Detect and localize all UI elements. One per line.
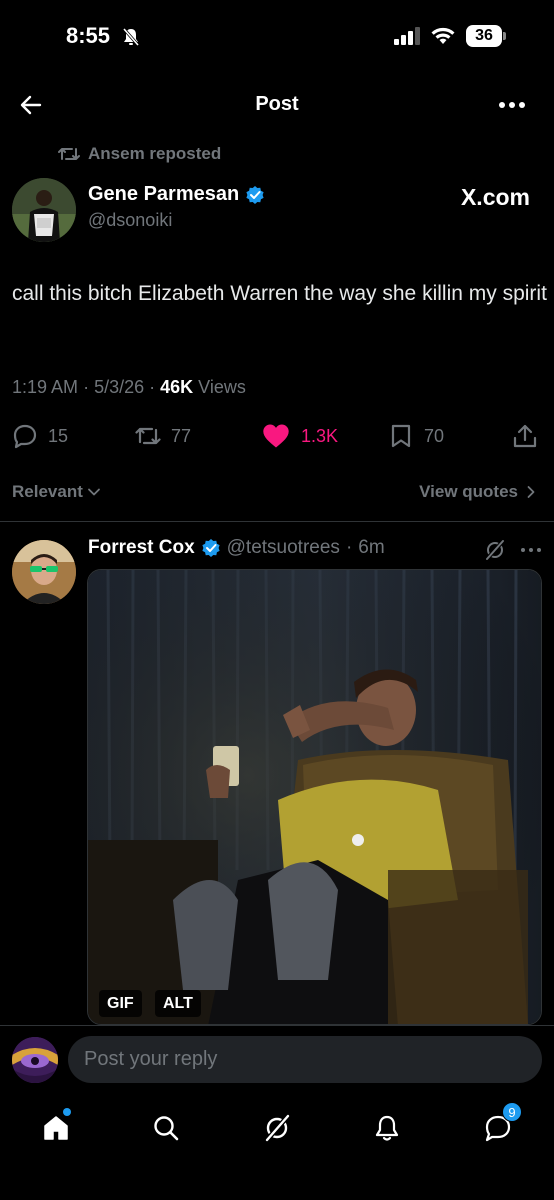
home-new-dot bbox=[63, 1108, 71, 1116]
chevron-down-icon bbox=[87, 488, 100, 496]
post-text: call this bitch Elizabeth Warren the way… bbox=[12, 282, 547, 305]
post-meta: 1:19 AM · 5/3/26 · 46K Views bbox=[12, 377, 246, 398]
bell-slash-icon bbox=[122, 28, 140, 46]
repost-icon bbox=[135, 427, 161, 445]
views-count[interactable]: 46K bbox=[160, 377, 193, 397]
repost-icon bbox=[58, 148, 80, 160]
reply-input[interactable] bbox=[68, 1036, 542, 1083]
tab-notifications[interactable] bbox=[367, 1108, 407, 1148]
bookmark-count: 70 bbox=[424, 425, 445, 446]
signal-icon bbox=[394, 27, 420, 45]
verified-badge-icon bbox=[202, 539, 220, 557]
my-avatar[interactable] bbox=[12, 1037, 58, 1083]
post-date: 5/3/26 bbox=[94, 377, 145, 397]
share-button[interactable] bbox=[512, 418, 538, 454]
view-quotes-link[interactable]: View quotes bbox=[419, 482, 538, 502]
reply-button[interactable]: 15 bbox=[12, 418, 68, 454]
repost-label: Ansem reposted bbox=[88, 144, 222, 163]
bookmark-icon bbox=[391, 424, 411, 448]
like-count: 1.3K bbox=[301, 425, 339, 446]
grok-icon bbox=[265, 1114, 290, 1142]
messages-badge: 9 bbox=[502, 1102, 522, 1122]
reply-author-handle[interactable]: @tetsuotrees bbox=[227, 537, 340, 559]
tab-grok[interactable] bbox=[257, 1108, 297, 1148]
share-icon bbox=[513, 424, 537, 448]
status-time: 8:55 bbox=[66, 23, 111, 48]
views-label[interactable]: Views bbox=[198, 377, 246, 397]
alt-badge[interactable]: ALT bbox=[155, 990, 201, 1017]
battery-icon: 36 bbox=[466, 25, 506, 47]
bottom-tab-bar: 9 bbox=[0, 1098, 554, 1158]
tab-search[interactable] bbox=[146, 1108, 186, 1148]
reply-gif-media[interactable] bbox=[87, 569, 542, 1025]
meta-separator: · bbox=[345, 537, 353, 558]
post-time: 1:19 AM bbox=[12, 377, 79, 397]
grok-icon[interactable] bbox=[484, 539, 506, 561]
reply-count: 15 bbox=[48, 425, 69, 446]
like-button[interactable]: 1.3K bbox=[261, 418, 338, 454]
reply-author-name[interactable]: Forrest Cox bbox=[88, 537, 195, 559]
repost-indicator[interactable]: Ansem reposted bbox=[58, 143, 221, 165]
meta-separator: · bbox=[149, 377, 161, 397]
reply-avatar[interactable] bbox=[12, 540, 76, 604]
heart-filled-icon bbox=[263, 424, 289, 448]
reply-header: Forrest Cox @tetsuotrees · 6m bbox=[88, 537, 385, 559]
chevron-right-icon bbox=[527, 486, 535, 498]
home-icon bbox=[44, 1116, 68, 1140]
verified-badge-icon bbox=[246, 185, 264, 204]
repost-count: 77 bbox=[171, 425, 192, 446]
reply-icon bbox=[13, 424, 37, 449]
divider bbox=[0, 521, 554, 522]
author-avatar[interactable] bbox=[12, 178, 76, 242]
reply-age: 6m bbox=[358, 537, 385, 558]
repost-button[interactable]: 77 bbox=[135, 418, 191, 454]
author-handle[interactable]: @dsonoiki bbox=[88, 210, 172, 231]
author-name-row[interactable]: Gene Parmesan bbox=[88, 183, 265, 206]
sort-dropdown[interactable]: Relevant bbox=[12, 482, 101, 502]
gif-image bbox=[88, 570, 541, 1024]
tab-messages[interactable]: 9 bbox=[478, 1102, 522, 1148]
bookmark-button[interactable]: 70 bbox=[388, 418, 444, 454]
gif-badge: GIF bbox=[99, 990, 142, 1017]
sort-label: Relevant bbox=[12, 482, 83, 501]
author-name[interactable]: Gene Parmesan bbox=[88, 183, 239, 206]
top-nav: Post bbox=[0, 80, 554, 130]
more-icon[interactable] bbox=[520, 546, 542, 554]
status-bar: 8:55 36 bbox=[0, 0, 554, 78]
source-label: X.com bbox=[460, 184, 530, 210]
post-actions: 15 77 1.3K 70 bbox=[0, 418, 554, 454]
battery-percent: 36 bbox=[475, 27, 493, 44]
page-title: Post bbox=[255, 93, 299, 115]
meta-separator: · bbox=[83, 377, 95, 397]
notifications-icon bbox=[375, 1115, 399, 1141]
more-icon[interactable] bbox=[498, 100, 526, 110]
replies-filter-row: Relevant View quotes bbox=[0, 478, 554, 508]
view-quotes-label: View quotes bbox=[419, 482, 518, 501]
search-icon bbox=[154, 1116, 179, 1141]
wifi-icon bbox=[431, 27, 455, 44]
tab-home[interactable] bbox=[36, 1108, 76, 1148]
divider bbox=[0, 1025, 554, 1026]
